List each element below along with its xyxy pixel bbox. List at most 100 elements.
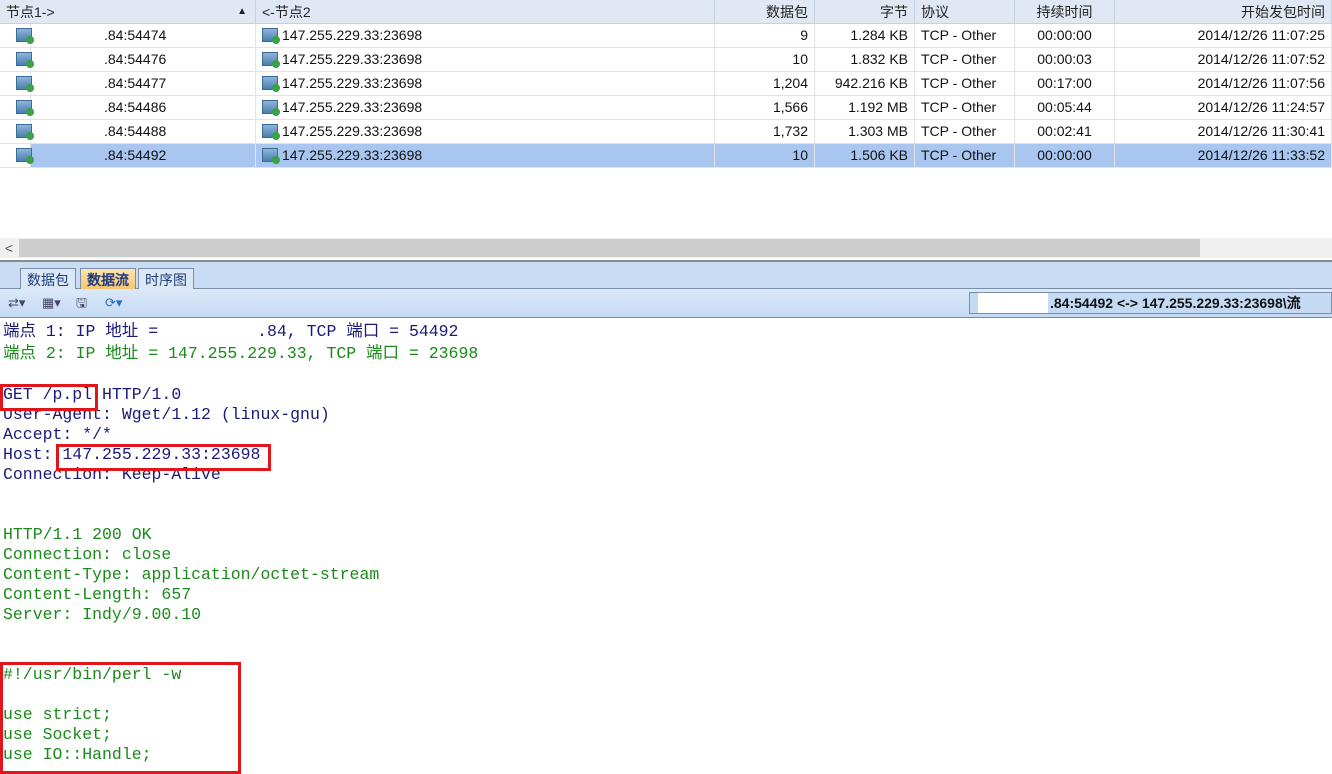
stream-line: Content-Length: 657 bbox=[3, 585, 192, 604]
node2-cell: 147.255.229.33:23698 bbox=[256, 72, 715, 95]
toolbar: ⇄▾ ▦▾ 🖫 ⟳▾ .84:54492 <-> 147.255.229.33:… bbox=[0, 289, 1332, 318]
stream-line: 端点 1: IP 地址 = .84, TCP 端口 = 54492 bbox=[3, 322, 459, 341]
node2-address: 147.255.229.33:23698 bbox=[282, 99, 423, 115]
host-icon bbox=[16, 148, 34, 164]
stream-line: 端点 2: IP 地址 = 147.255.229.33, TCP 端口 = 2… bbox=[3, 344, 479, 363]
scrollbar-thumb[interactable] bbox=[19, 239, 1200, 257]
duration-cell: 00:05:44 bbox=[1015, 96, 1115, 119]
node2-address: 147.255.229.33:23698 bbox=[282, 27, 423, 43]
start-time-cell: 2014/12/26 11:24:57 bbox=[1115, 96, 1332, 119]
node1-cell: .84:54476 bbox=[0, 48, 256, 71]
start-time-cell: 2014/12/26 11:07:25 bbox=[1115, 24, 1332, 47]
table-row[interactable]: .84:54477 147.255.229.33:23698 1,204 942… bbox=[0, 72, 1332, 96]
column-header-start-time[interactable]: 开始发包时间 bbox=[1115, 0, 1332, 24]
address-text: .84:54492 <-> 147.255.229.33:23698\流 bbox=[1050, 295, 1301, 311]
sort-ascending-icon: ▲ bbox=[237, 6, 247, 17]
stream-line: Content-Type: application/octet-stream bbox=[3, 565, 380, 584]
stream-line: Server: Indy/9.00.10 bbox=[3, 605, 202, 624]
stream-line bbox=[3, 365, 478, 385]
scroll-left-icon[interactable]: < bbox=[0, 238, 18, 258]
bytes-cell: 1.192 MB bbox=[815, 96, 915, 119]
table-row[interactable]: .84:54492 147.255.229.33:23698 10 1.506 … bbox=[0, 144, 1332, 168]
column-header-protocol[interactable]: 协议 bbox=[915, 0, 1015, 24]
duration-cell: 00:17:00 bbox=[1015, 72, 1115, 95]
host-icon bbox=[262, 76, 280, 92]
table-row[interactable]: .84:54486 147.255.229.33:23698 1,566 1.1… bbox=[0, 96, 1332, 120]
refresh-icon[interactable]: ⟳▾ bbox=[105, 294, 122, 312]
table-row[interactable]: .84:54476 147.255.229.33:23698 10 1.832 … bbox=[0, 48, 1332, 72]
stream-line: Connection: close bbox=[3, 545, 172, 564]
node1-address: .84:54476 bbox=[104, 51, 167, 67]
column-header-duration[interactable]: 持续时间 bbox=[1015, 0, 1115, 24]
protocol-cell: TCP - Other bbox=[915, 72, 1015, 95]
host-icon bbox=[16, 52, 34, 68]
bytes-cell: 942.216 KB bbox=[815, 72, 915, 95]
duration-cell: 00:00:00 bbox=[1015, 24, 1115, 47]
highlight-perl-script bbox=[0, 662, 241, 774]
host-icon-cell bbox=[0, 120, 34, 143]
node1-address: .84:54488 bbox=[104, 123, 167, 139]
host-icon bbox=[16, 100, 34, 116]
node1-address: .84:54492 bbox=[104, 147, 167, 163]
node1-cell: .84:54488 bbox=[0, 120, 256, 143]
node2-cell: 147.255.229.33:23698 bbox=[256, 24, 715, 47]
start-time-cell: 2014/12/26 11:07:56 bbox=[1115, 72, 1332, 95]
highlight-request-path bbox=[0, 384, 98, 411]
node1-address: .84:54477 bbox=[104, 75, 167, 91]
node2-address: 147.255.229.33:23698 bbox=[282, 147, 423, 163]
tab-bar: 数据包 数据流 时序图 bbox=[0, 260, 1332, 290]
protocol-cell: TCP - Other bbox=[915, 96, 1015, 119]
protocol-cell: TCP - Other bbox=[915, 24, 1015, 47]
bytes-cell: 1.832 KB bbox=[815, 48, 915, 71]
node2-address: 147.255.229.33:23698 bbox=[282, 75, 423, 91]
highlight-host bbox=[56, 444, 271, 471]
tab-sequence[interactable]: 时序图 bbox=[138, 268, 194, 290]
node2-cell: 147.255.229.33:23698 bbox=[256, 144, 715, 167]
save-icon[interactable]: 🖫 bbox=[76, 294, 87, 312]
tab-stream[interactable]: 数据流 bbox=[80, 268, 136, 290]
redacted-address bbox=[978, 293, 1048, 313]
column-header-bytes[interactable]: 字节 bbox=[815, 0, 915, 24]
host-icon bbox=[16, 76, 34, 92]
bytes-cell: 1.303 MB bbox=[815, 120, 915, 143]
host-icon-cell bbox=[0, 96, 34, 119]
column-label: 节点1-> bbox=[6, 4, 55, 20]
stream-line bbox=[3, 625, 478, 645]
host-icon bbox=[262, 100, 280, 116]
protocol-cell: TCP - Other bbox=[915, 48, 1015, 71]
start-time-cell: 2014/12/26 11:07:52 bbox=[1115, 48, 1332, 71]
column-header-packets[interactable]: 数据包 bbox=[715, 0, 815, 24]
stream-line bbox=[3, 505, 478, 525]
host-icon-cell bbox=[0, 24, 34, 47]
node2-cell: 147.255.229.33:23698 bbox=[256, 48, 715, 71]
host-icon bbox=[262, 52, 280, 68]
stream-line bbox=[3, 485, 478, 505]
packets-cell: 10 bbox=[715, 48, 815, 71]
stream-address-field[interactable]: .84:54492 <-> 147.255.229.33:23698\流 bbox=[969, 292, 1332, 314]
swap-direction-icon[interactable]: ⇄▾ bbox=[8, 294, 25, 312]
bytes-cell: 1.284 KB bbox=[815, 24, 915, 47]
conversation-table: .84:54474 147.255.229.33:23698 9 1.284 K… bbox=[0, 24, 1332, 168]
host-icon-cell bbox=[0, 144, 34, 167]
protocol-cell: TCP - Other bbox=[915, 120, 1015, 143]
node1-cell: .84:54486 bbox=[0, 96, 256, 119]
table-row[interactable]: .84:54474 147.255.229.33:23698 9 1.284 K… bbox=[0, 24, 1332, 48]
packets-cell: 1,732 bbox=[715, 120, 815, 143]
column-header-node2[interactable]: <-节点2 bbox=[256, 0, 715, 24]
host-icon bbox=[262, 124, 280, 140]
start-time-cell: 2014/12/26 11:30:41 bbox=[1115, 120, 1332, 143]
node2-address: 147.255.229.33:23698 bbox=[282, 123, 423, 139]
table-row[interactable]: .84:54488 147.255.229.33:23698 1,732 1.3… bbox=[0, 120, 1332, 144]
packets-cell: 1,204 bbox=[715, 72, 815, 95]
node1-address: .84:54474 bbox=[104, 27, 167, 43]
host-icon bbox=[262, 28, 280, 44]
bytes-cell: 1.506 KB bbox=[815, 144, 915, 167]
column-header-node1[interactable]: 节点1-> ▲ bbox=[0, 0, 256, 24]
view-options-icon[interactable]: ▦▾ bbox=[42, 294, 61, 312]
host-icon-cell bbox=[0, 48, 34, 71]
host-icon bbox=[16, 28, 34, 44]
stream-line: Accept: */* bbox=[3, 425, 112, 444]
host-icon bbox=[16, 124, 34, 140]
tab-packets[interactable]: 数据包 bbox=[20, 268, 76, 290]
horizontal-scrollbar[interactable]: < bbox=[0, 238, 1332, 258]
